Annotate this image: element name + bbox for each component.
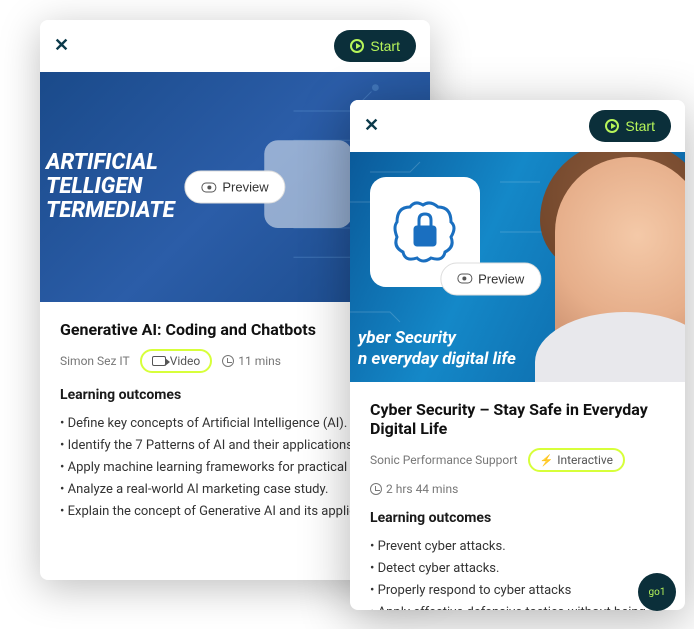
badge-text: go1: [649, 587, 666, 598]
preview-label: Preview: [478, 271, 524, 286]
tag-label: Video: [170, 354, 201, 368]
hero-text: yber Security n everyday digital life: [350, 328, 524, 371]
provider-name: Sonic Performance Support: [370, 453, 518, 467]
card-topbar: ✕ Start: [350, 100, 685, 152]
preview-button[interactable]: Preview: [184, 171, 285, 204]
provider-name: Simon Sez IT: [60, 354, 130, 368]
card-topbar: ✕ Start: [40, 20, 430, 72]
card-body: Cyber Security – Stay Safe in Everyday D…: [350, 382, 685, 610]
start-button[interactable]: Start: [334, 30, 416, 62]
start-label: Start: [370, 38, 400, 54]
outcome-item: Detect cyber attacks.: [370, 558, 665, 580]
outcome-item: Prevent cyber attacks.: [370, 536, 665, 558]
clock-icon: [222, 355, 234, 367]
content-type-tag: Video: [140, 349, 213, 373]
course-meta: Sonic Performance Support Interactive 2 …: [370, 448, 665, 496]
video-icon: [152, 356, 166, 366]
course-card-cyber-security: ✕ Start yber Security: [350, 100, 685, 610]
close-icon[interactable]: ✕: [54, 37, 69, 55]
eye-icon: [201, 182, 216, 192]
outcome-item: Properly respond to cyber attacks: [370, 580, 665, 602]
start-label: Start: [625, 118, 655, 134]
start-button[interactable]: Start: [589, 110, 671, 142]
duration: 11 mins: [222, 354, 281, 368]
outcome-item: Apply effective defensive tactics withou…: [370, 602, 665, 610]
interactive-icon: [540, 453, 554, 467]
clock-icon: [370, 483, 382, 495]
close-icon[interactable]: ✕: [364, 117, 379, 135]
preview-button[interactable]: Preview: [440, 262, 541, 295]
outcomes-list: Prevent cyber attacks. Detect cyber atta…: [370, 536, 665, 610]
outcomes-heading: Learning outcomes: [370, 510, 665, 526]
duration: 2 hrs 44 mins: [370, 482, 458, 496]
play-icon: [350, 39, 364, 53]
hero-text: ARTIFICIAL TELLIGEN TERMEDIATE: [40, 151, 175, 224]
preview-label: Preview: [222, 180, 268, 195]
eye-icon: [457, 274, 472, 284]
tag-label: Interactive: [557, 453, 613, 467]
go1-badge[interactable]: go1: [638, 573, 676, 611]
play-icon: [605, 119, 619, 133]
course-hero-image: yber Security n everyday digital life Pr…: [350, 152, 685, 382]
course-title: Cyber Security – Stay Safe in Everyday D…: [370, 400, 665, 438]
content-type-tag: Interactive: [528, 448, 625, 472]
